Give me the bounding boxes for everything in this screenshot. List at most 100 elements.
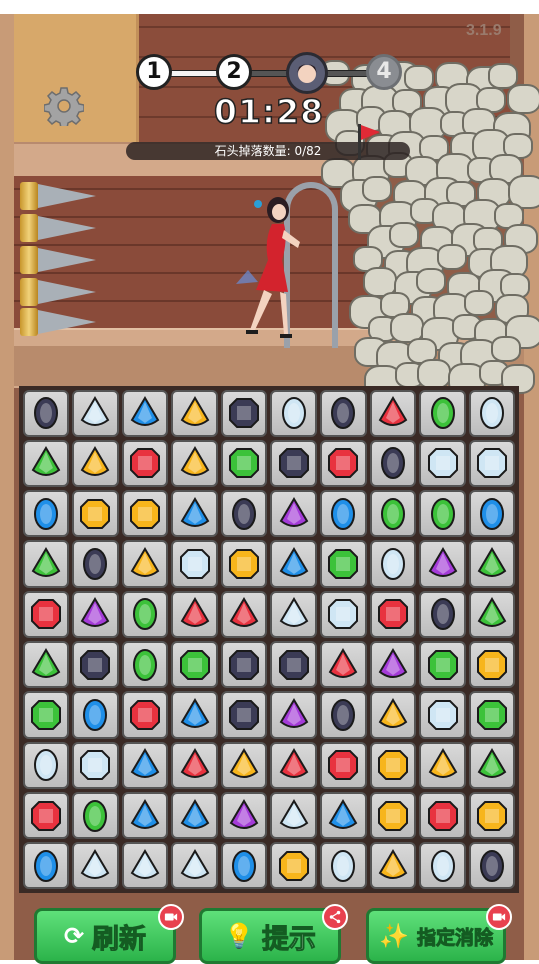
gem-tile-clear-drop[interactable] — [270, 791, 318, 840]
gem-tile-green-drop[interactable] — [22, 640, 70, 689]
gem-tile-blue-oval[interactable] — [468, 490, 516, 538]
gem-tile-dark-oval[interactable] — [220, 490, 268, 538]
gem-tile-yellow-drop[interactable] — [220, 741, 268, 789]
hint-button[interactable]: 💡 提示 — [199, 908, 341, 964]
gem-tile-dark-oct[interactable] — [220, 389, 268, 437]
gem-tile-yellow-drop[interactable] — [72, 439, 119, 488]
gem-tile-red-oct[interactable] — [320, 439, 367, 488]
gem-tile-blue-oval[interactable] — [220, 842, 268, 890]
gem-tile-clear-oval[interactable] — [369, 540, 417, 588]
gem-tile-dark-oval[interactable] — [419, 590, 466, 638]
gem-tile-dark-oval[interactable] — [320, 691, 367, 739]
gem-tile-blue-oval[interactable] — [72, 691, 119, 739]
gem-tile-yellow-oct[interactable] — [369, 791, 417, 840]
gem-tile-dark-oval[interactable] — [320, 389, 367, 437]
targeted-remove-button[interactable]: ✨ 指定消除 — [366, 908, 506, 964]
gem-tile-clear-oval[interactable] — [270, 389, 318, 437]
gem-tile-blue-oval[interactable] — [22, 490, 70, 538]
gem-tile-blue-drop[interactable] — [270, 540, 318, 588]
gem-tile-green-oct[interactable] — [22, 691, 70, 739]
gem-tile-green-oval[interactable] — [419, 389, 466, 437]
gem-tile-clear-drop[interactable] — [270, 590, 318, 638]
gem-tile-red-drop[interactable] — [171, 741, 218, 789]
gem-tile-blue-drop[interactable] — [320, 791, 367, 840]
gem-tile-green-oval[interactable] — [419, 490, 466, 538]
gem-tile-clear-oct[interactable] — [320, 590, 367, 638]
gem-tile-red-oct[interactable] — [320, 741, 367, 789]
gem-tile-green-oct[interactable] — [220, 439, 268, 488]
gem-tile-dark-oval[interactable] — [369, 439, 417, 488]
gem-tile-blue-drop[interactable] — [171, 791, 218, 840]
gem-tile-yellow-oct[interactable] — [468, 640, 516, 689]
gem-tile-yellow-drop[interactable] — [369, 691, 417, 739]
gem-tile-purple-drop[interactable] — [270, 490, 318, 538]
gem-tile-dark-oval[interactable] — [72, 540, 119, 588]
gem-tile-purple-drop[interactable] — [369, 640, 417, 689]
gem-tile-clear-oval[interactable] — [22, 741, 70, 789]
gem-tile-red-drop[interactable] — [270, 741, 318, 789]
gem-tile-dark-oct[interactable] — [220, 640, 268, 689]
gem-tile-dark-oct[interactable] — [270, 640, 318, 689]
gem-tile-green-drop[interactable] — [468, 540, 516, 588]
gem-tile-dark-oct[interactable] — [220, 691, 268, 739]
gem-tile-green-oval[interactable] — [369, 490, 417, 538]
gem-tile-red-drop[interactable] — [320, 640, 367, 689]
gem-tile-red-oct[interactable] — [121, 691, 169, 739]
gem-tile-yellow-oct[interactable] — [270, 842, 318, 890]
gem-tile-yellow-oct[interactable] — [72, 490, 119, 538]
gem-tile-yellow-drop[interactable] — [171, 439, 218, 488]
gem-tile-clear-drop[interactable] — [121, 842, 169, 890]
gem-tile-green-drop[interactable] — [22, 439, 70, 488]
gem-tile-blue-drop[interactable] — [121, 791, 169, 840]
gem-tile-blue-drop[interactable] — [171, 691, 218, 739]
gem-tile-dark-oval[interactable] — [468, 842, 516, 890]
gem-tile-purple-drop[interactable] — [270, 691, 318, 739]
gem-tile-clear-oct[interactable] — [171, 540, 218, 588]
gem-tile-dark-oct[interactable] — [72, 640, 119, 689]
gem-tile-yellow-oct[interactable] — [121, 490, 169, 538]
gem-tile-green-oct[interactable] — [419, 640, 466, 689]
gem-tile-green-oct[interactable] — [468, 691, 516, 739]
gem-tile-red-oct[interactable] — [22, 791, 70, 840]
gem-tile-green-drop[interactable] — [468, 741, 516, 789]
gem-tile-red-oct[interactable] — [22, 590, 70, 638]
gem-tile-green-oval[interactable] — [121, 590, 169, 638]
gem-tile-yellow-oct[interactable] — [220, 540, 268, 588]
gem-tile-red-drop[interactable] — [369, 389, 417, 437]
gem-tile-red-oct[interactable] — [121, 439, 169, 488]
gem-tile-red-oct[interactable] — [419, 791, 466, 840]
gem-tile-clear-oct[interactable] — [468, 439, 516, 488]
gem-tile-green-oval[interactable] — [121, 640, 169, 689]
gear-icon[interactable] — [44, 86, 84, 126]
gem-tile-clear-drop[interactable] — [72, 389, 119, 437]
gem-tile-green-oct[interactable] — [320, 540, 367, 588]
gem-tile-yellow-drop[interactable] — [121, 540, 169, 588]
gem-tile-yellow-oct[interactable] — [468, 791, 516, 840]
gem-tile-blue-drop[interactable] — [121, 741, 169, 789]
gem-tile-purple-drop[interactable] — [72, 590, 119, 638]
gem-tile-clear-drop[interactable] — [171, 842, 218, 890]
gem-tile-green-drop[interactable] — [22, 540, 70, 588]
gem-tile-yellow-oct[interactable] — [369, 741, 417, 789]
refresh-button[interactable]: ⟳ 刷新 — [34, 908, 176, 964]
gem-tile-clear-drop[interactable] — [72, 842, 119, 890]
gem-tile-purple-drop[interactable] — [220, 791, 268, 840]
gem-tile-clear-oct[interactable] — [419, 439, 466, 488]
gem-tile-red-drop[interactable] — [220, 590, 268, 638]
gem-tile-clear-oct[interactable] — [72, 741, 119, 789]
gem-tile-red-oct[interactable] — [369, 590, 417, 638]
gem-tile-yellow-drop[interactable] — [369, 842, 417, 890]
gem-tile-dark-oct[interactable] — [270, 439, 318, 488]
gem-tile-green-drop[interactable] — [468, 590, 516, 638]
gem-tile-red-drop[interactable] — [171, 590, 218, 638]
gem-tile-blue-drop[interactable] — [121, 389, 169, 437]
gem-tile-clear-oval[interactable] — [320, 842, 367, 890]
gem-tile-dark-oval[interactable] — [22, 389, 70, 437]
gem-tile-blue-drop[interactable] — [171, 490, 218, 538]
gem-tile-yellow-drop[interactable] — [171, 389, 218, 437]
gem-tile-clear-oct[interactable] — [419, 691, 466, 739]
gem-tile-green-oct[interactable] — [171, 640, 218, 689]
gem-tile-clear-oval[interactable] — [419, 842, 466, 890]
gem-tile-green-oval[interactable] — [72, 791, 119, 840]
gem-tile-purple-drop[interactable] — [419, 540, 466, 588]
